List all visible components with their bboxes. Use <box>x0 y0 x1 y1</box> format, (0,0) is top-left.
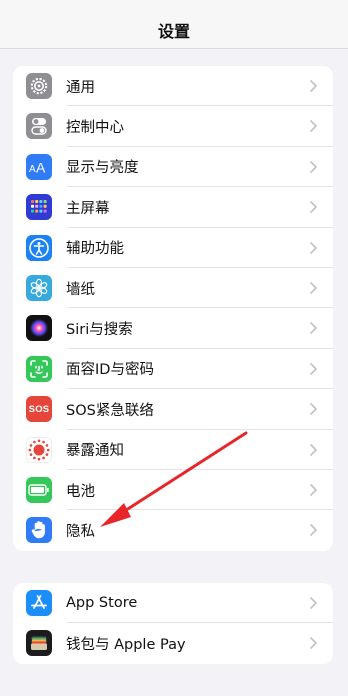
settings-row-privacy[interactable]: 隐私 <box>13 510 333 550</box>
settings-row-battery[interactable]: 电池 <box>13 470 333 511</box>
settings-row-label: 显示与亮度 <box>66 160 139 177</box>
text-size-icon: AA <box>26 153 52 180</box>
page-title: 设置 <box>157 22 190 41</box>
settings-row-label: App Store <box>66 595 138 612</box>
chevron-right-icon <box>310 403 317 416</box>
sos-icon: SOS <box>26 396 52 423</box>
hand-icon <box>26 517 52 544</box>
chevron-right-icon <box>310 637 317 650</box>
settings-row-label: 通用 <box>66 79 95 96</box>
settings-row-label: 电池 <box>66 483 95 500</box>
flower-icon <box>26 274 52 301</box>
settings-group-apps: App Store 钱包与 Apple Pay <box>13 583 333 664</box>
settings-row-exposure[interactable]: 暴露通知 <box>13 430 333 470</box>
chevron-right-icon <box>310 241 317 254</box>
settings-row-label: 钱包与 Apple Pay <box>66 637 186 654</box>
toggles-icon <box>26 113 52 140</box>
app-store-icon <box>26 590 52 616</box>
chevron-right-icon <box>310 201 317 214</box>
navigation-bar: 设置 <box>0 0 348 49</box>
chevron-right-icon <box>310 120 317 133</box>
battery-icon <box>26 476 52 503</box>
exposure-icon <box>26 436 52 463</box>
svg-text:A: A <box>29 164 36 175</box>
settings-row-face-id[interactable]: 面容ID与密码 <box>13 349 333 390</box>
sos-icon-text: SOS <box>28 403 50 415</box>
settings-row-control-center[interactable]: 控制中心 <box>13 106 333 147</box>
accessibility-icon <box>26 234 52 261</box>
settings-row-siri[interactable]: Siri与搜索 <box>13 308 333 349</box>
svg-text:A: A <box>36 159 46 175</box>
settings-row-wallpaper[interactable]: 墙纸 <box>13 268 333 309</box>
chevron-right-icon <box>310 597 317 609</box>
settings-row-wallet[interactable]: 钱包与 Apple Pay <box>13 623 333 663</box>
settings-row-label: 面容ID与密码 <box>66 362 154 379</box>
settings-group-system: 通用 控制中心 A A 显示与亮度 主屏幕 辅助功能 墙纸 Siri与搜索 面容ID与密码 SOS S… <box>13 66 333 551</box>
chevron-right-icon <box>310 160 317 173</box>
settings-row-label: 辅助功能 <box>66 241 124 258</box>
settings-row-home-screen[interactable]: 主屏幕 <box>13 187 333 228</box>
settings-row-label: 控制中心 <box>66 120 124 137</box>
gear-icon <box>26 73 52 99</box>
settings-row-label: 暴露通知 <box>66 443 124 460</box>
settings-row-sos[interactable]: SOS SOS紧急联络 <box>13 389 333 430</box>
chevron-right-icon <box>310 443 317 456</box>
chevron-right-icon <box>310 362 317 375</box>
app-grid-icon <box>26 194 52 221</box>
settings-row-general[interactable]: 通用 <box>13 66 333 107</box>
settings-row-display[interactable]: A A 显示与亮度 <box>13 147 333 188</box>
chevron-right-icon <box>310 484 317 496</box>
chevron-right-icon <box>310 80 317 92</box>
chevron-right-icon <box>310 282 317 294</box>
settings-row-label: SOS紧急联络 <box>66 402 154 419</box>
settings-row-app-store[interactable]: App Store <box>13 583 333 624</box>
settings-row-label: 墙纸 <box>66 281 95 298</box>
chevron-right-icon <box>310 524 317 537</box>
settings-row-label: Siri与搜索 <box>66 322 133 339</box>
siri-icon <box>26 315 52 342</box>
settings-row-label: 主屏幕 <box>66 200 110 217</box>
chevron-right-icon <box>310 322 317 335</box>
settings-row-label: 隐私 <box>66 523 95 540</box>
settings-row-accessibility[interactable]: 辅助功能 <box>13 228 333 268</box>
wallet-icon <box>26 630 52 657</box>
face-id-icon <box>26 355 52 382</box>
